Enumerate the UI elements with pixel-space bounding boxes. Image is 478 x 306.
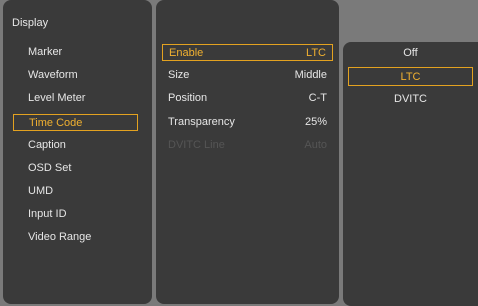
menu-title: Display	[12, 17, 49, 29]
menu-item-level-meter[interactable]: Level Meter	[13, 90, 138, 107]
setting-size[interactable]: Size Middle	[162, 67, 333, 84]
setting-value: Middle	[294, 69, 327, 81]
setting-enable[interactable]: Enable LTC	[162, 44, 333, 61]
option-off[interactable]: Off	[348, 44, 473, 63]
menu-item-video-range[interactable]: Video Range	[13, 229, 138, 246]
setting-label: Enable	[169, 47, 204, 59]
menu-item-caption[interactable]: Caption	[13, 137, 138, 154]
menu-item-umd[interactable]: UMD	[13, 183, 138, 200]
setting-value: 25%	[304, 116, 327, 128]
menu-item-input-id[interactable]: Input ID	[13, 206, 138, 223]
setting-dvitc-line: DVITC Line Auto	[162, 137, 333, 154]
menu-item-osd-set[interactable]: OSD Set	[13, 160, 138, 177]
setting-label: DVITC Line	[168, 139, 225, 151]
menu-item-time-code[interactable]: Time Code	[13, 114, 138, 131]
setting-label: Position	[168, 92, 208, 104]
setting-value: LTC	[306, 47, 326, 59]
menu-item-waveform[interactable]: Waveform	[13, 67, 138, 84]
option-dvitc[interactable]: DVITC	[348, 90, 473, 109]
menu-item-marker[interactable]: Marker	[13, 44, 138, 61]
setting-label: Transparency	[168, 116, 235, 128]
setting-transparency[interactable]: Transparency 25%	[162, 114, 333, 131]
setting-value: C-T	[308, 92, 327, 104]
setting-value: Auto	[304, 139, 327, 151]
setting-position[interactable]: Position C-T	[162, 90, 333, 107]
option-ltc[interactable]: LTC	[348, 67, 473, 86]
setting-label: Size	[168, 69, 190, 81]
